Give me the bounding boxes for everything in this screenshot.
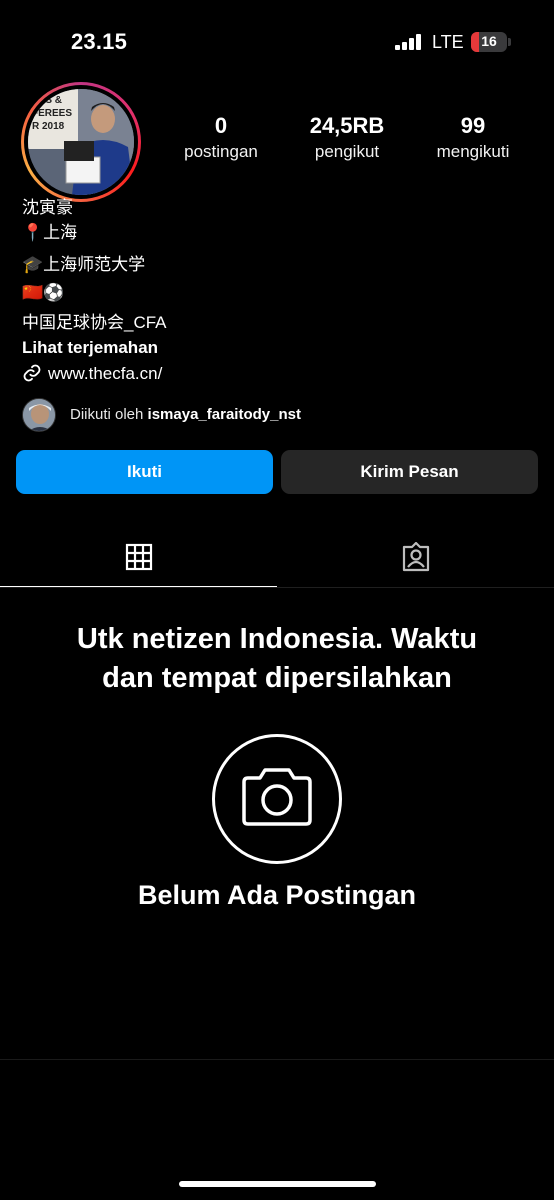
bio-location: 📍上海 [22, 223, 78, 242]
status-time: 23.15 [71, 29, 128, 54]
profile-name: 沈寅豪 [22, 198, 73, 217]
status-bar: 23.15 LTE 16 [0, 0, 554, 80]
empty-state-title: Belum Ada Postingan [137, 880, 417, 910]
home-indicator[interactable] [179, 1181, 376, 1187]
note-line-2: dan tempat dipersilahkan [102, 662, 452, 694]
battery-level: 16 [481, 33, 497, 49]
message-button[interactable]: Kirim Pesan [281, 450, 538, 494]
bio-website[interactable]: www.thecfa.cn/ [22, 362, 162, 390]
signal-icon [395, 34, 423, 50]
camera-circle [212, 734, 342, 864]
battery-icon: 16 [471, 32, 507, 52]
stat-following[interactable]: 99 mengikuti [425, 112, 521, 164]
bio-education: 🎓上海师范大学 [22, 255, 146, 274]
following-label: mengikuti [436, 142, 510, 161]
tab-tagged[interactable] [277, 532, 554, 586]
posts-count: 0 [214, 113, 228, 138]
camera-icon [240, 766, 314, 833]
bottom-divider [0, 1059, 554, 1060]
profile-note: Utk netizen Indonesia. Waktu dan tempat … [0, 620, 554, 698]
profile-avatar[interactable]: EES & FEREES R 2018 [21, 82, 141, 202]
tabs-divider [0, 587, 554, 588]
posts-label: postingan [184, 142, 258, 161]
network-type: LTE [432, 32, 464, 52]
followed-by-prefix: Diikuti oleh [70, 406, 148, 423]
stat-followers[interactable]: 24,5RB pengikut [296, 112, 398, 164]
grid-icon [125, 543, 153, 576]
website-url: www.thecfa.cn/ [48, 364, 163, 383]
note-line-1: Utk netizen Indonesia. Waktu [76, 623, 478, 655]
followers-count: 24,5RB [309, 113, 385, 138]
bio-organization: 中国足球协会_CFA [22, 313, 167, 332]
bio-emojis: 🇨🇳⚽ [22, 283, 65, 302]
follower-avatar [22, 398, 56, 432]
tagged-icon [400, 541, 432, 577]
svg-text:FEREES: FEREES [32, 108, 72, 119]
stat-posts: 0 postingan [172, 112, 270, 164]
tab-posts-grid[interactable] [0, 532, 277, 588]
profile-photo: EES & FEREES R 2018 [28, 89, 134, 195]
following-count: 99 [460, 113, 486, 138]
svg-text:R 2018: R 2018 [32, 121, 65, 132]
followed-by-user[interactable]: ismaya_faraitody_nst [148, 406, 301, 423]
link-icon [22, 363, 42, 390]
svg-text:EES &: EES & [32, 95, 62, 106]
battery-tip [508, 38, 511, 46]
followers-label: pengikut [314, 142, 380, 161]
follow-button[interactable]: Ikuti [16, 450, 273, 494]
see-translation-link[interactable]: Lihat terjemahan [22, 336, 158, 360]
